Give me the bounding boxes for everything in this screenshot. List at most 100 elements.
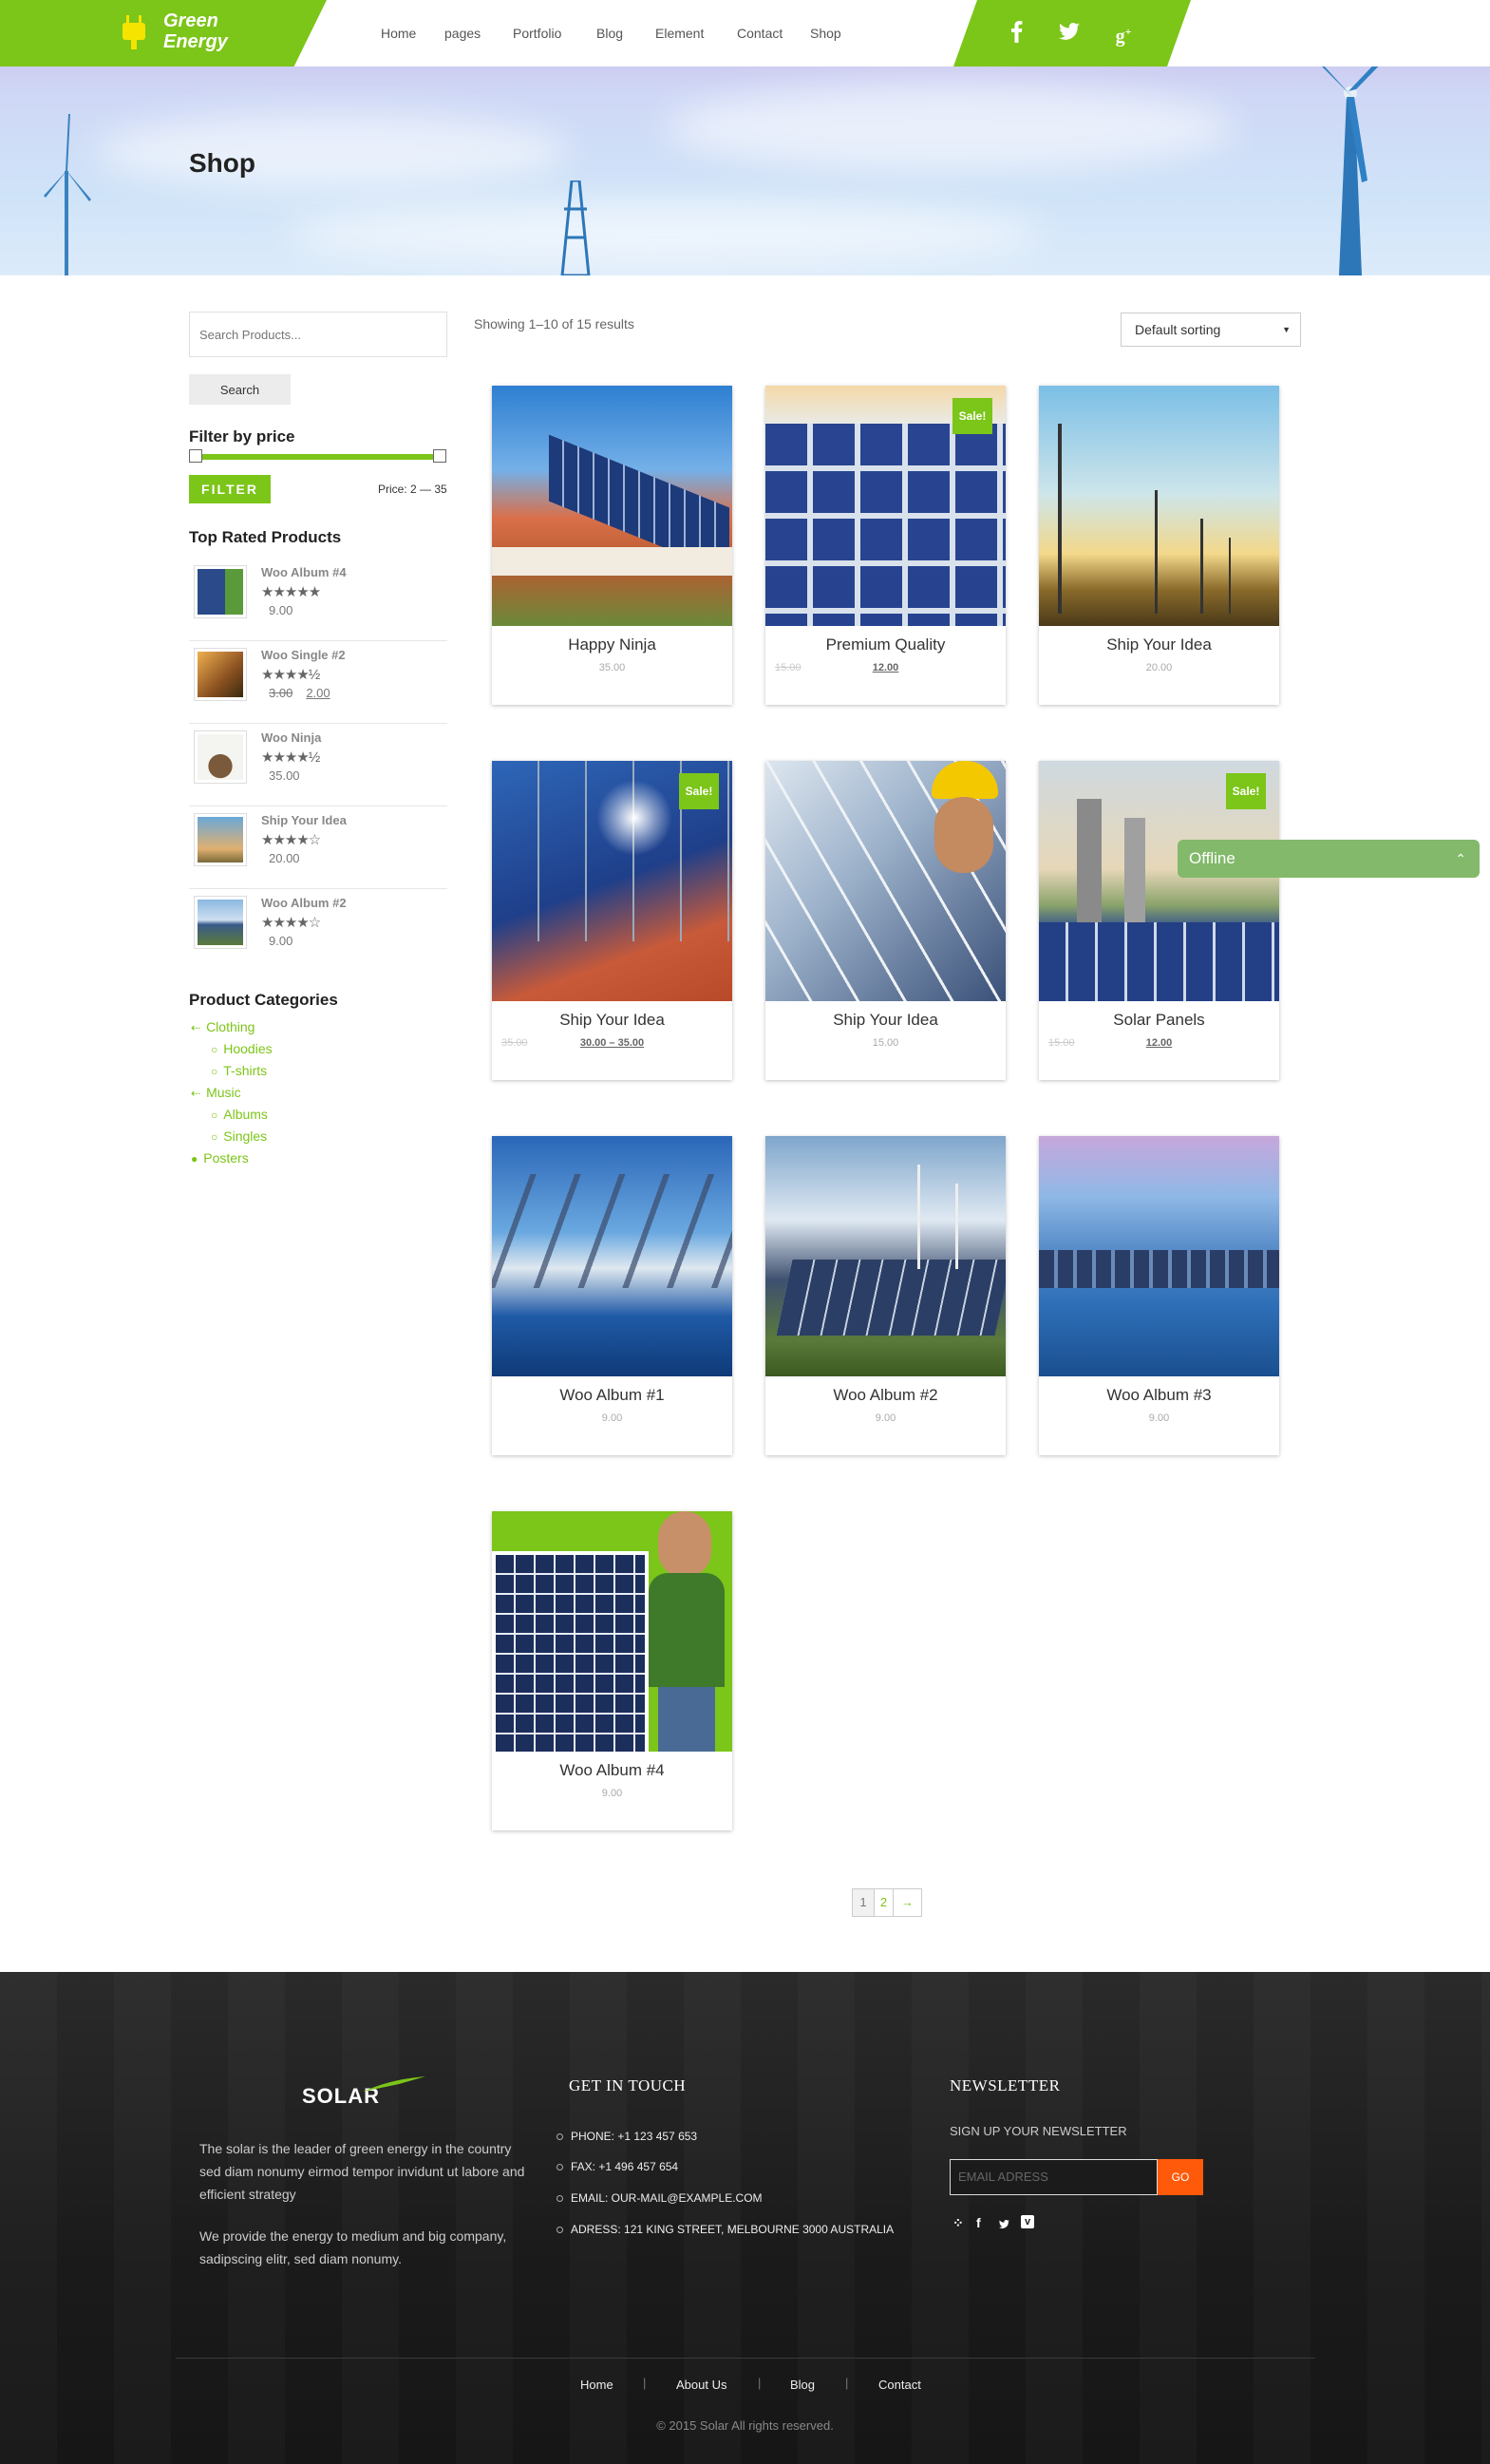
product-card[interactable]: Sale! Solar Panels 15.00 12.00 [1039, 761, 1279, 1080]
top-rated-item[interactable]: Woo Ninja ★★★★½ 35.00 [189, 725, 447, 806]
page-title: Shop [189, 148, 255, 178]
top-rated-name[interactable]: Woo Ninja [261, 730, 321, 745]
google-plus-icon[interactable]: g+ [1111, 19, 1136, 47]
product-title[interactable]: Ship Your Idea [765, 1011, 1006, 1030]
product-title[interactable]: Woo Album #4 [492, 1761, 732, 1780]
facebook-icon[interactable] [1005, 19, 1029, 44]
star-rating: ★★★★☆ [261, 832, 321, 848]
vimeo-icon[interactable]: v [1021, 2215, 1034, 2228]
product-card[interactable]: Sale! Ship Your Idea 35.00 30.00 – 35.00 [492, 761, 732, 1080]
product-card[interactable]: Woo Album #4 9.00 [492, 1511, 732, 1830]
footer-nav-about[interactable]: About Us [676, 2378, 726, 2392]
nav-home[interactable]: Home [381, 26, 416, 41]
pagination-next[interactable]: → [893, 1888, 922, 1917]
product-title[interactable]: Premium Quality [765, 635, 1006, 654]
price-slider-max-handle[interactable] [433, 449, 446, 463]
footer-nav-home[interactable]: Home [580, 2378, 613, 2392]
dropdown-arrow-icon: ▼ [1282, 325, 1291, 334]
product-price: 15.00 [872, 1037, 899, 1049]
nav-pages[interactable]: pages [444, 26, 481, 41]
product-card[interactable]: Woo Album #3 9.00 [1039, 1136, 1279, 1455]
flickr-icon[interactable]: ⁘ [952, 2215, 964, 2231]
newsletter-email-input[interactable]: EMAIL ADRESS [950, 2159, 1158, 2195]
pagination-current[interactable]: 1 [852, 1888, 875, 1917]
sort-select[interactable]: Default sorting ▼ [1121, 313, 1301, 347]
search-products-input[interactable] [189, 312, 447, 357]
product-card[interactable]: Sale! Premium Quality 15.00 12.00 [765, 386, 1006, 705]
product-image[interactable] [492, 386, 732, 626]
chevron-up-icon[interactable]: ⌃ [1455, 840, 1466, 878]
top-rated-item[interactable]: Woo Album #2 ★★★★☆ 9.00 [189, 890, 447, 972]
product-card[interactable]: Ship Your Idea 20.00 [1039, 386, 1279, 705]
category-albums[interactable]: ○ Albums [211, 1107, 268, 1122]
product-image[interactable] [492, 1136, 732, 1376]
nav-element[interactable]: Element [655, 26, 704, 41]
category-singles[interactable]: ○ Singles [211, 1128, 267, 1144]
bullet-icon [556, 2133, 563, 2141]
collapse-arrow-icon: ⇠ [191, 1087, 201, 1100]
product-image[interactable] [765, 1136, 1006, 1376]
footer-nav-separator: | [845, 2376, 849, 2390]
product-card[interactable]: Happy Ninja 35.00 [492, 386, 732, 705]
sale-badge: Sale! [1226, 773, 1266, 809]
site-footer: SOLAR The solar is the leader of green e… [0, 1972, 1490, 2464]
product-thumbnail[interactable] [194, 896, 247, 949]
search-button[interactable]: Search [189, 374, 291, 405]
product-thumbnail[interactable] [194, 813, 247, 866]
category-music[interactable]: ⇠ Music [191, 1085, 241, 1100]
twitter-icon[interactable] [997, 2218, 1011, 2230]
category-hoodies[interactable]: ○ Hoodies [211, 1041, 273, 1056]
nav-shop[interactable]: Shop [810, 26, 841, 41]
category-tshirts[interactable]: ○ T-shirts [211, 1063, 267, 1078]
category-clothing[interactable]: ⇠ Clothing [191, 1019, 255, 1034]
nav-contact[interactable]: Contact [737, 26, 783, 41]
top-rated-heading: Top Rated Products [189, 528, 342, 546]
footer-email[interactable]: EMAIL: OUR-MAIL@EXAMPLE.COM [556, 2191, 763, 2205]
product-image[interactable] [765, 761, 1006, 1001]
facebook-icon[interactable]: f [976, 2215, 981, 2230]
product-card[interactable]: Woo Album #1 9.00 [492, 1136, 732, 1455]
product-title[interactable]: Woo Album #3 [1039, 1386, 1279, 1405]
product-title[interactable]: Ship Your Idea [492, 1011, 732, 1030]
twitter-icon[interactable] [1057, 19, 1082, 44]
product-card[interactable]: Woo Album #2 9.00 [765, 1136, 1006, 1455]
price-slider-min-handle[interactable] [189, 449, 202, 463]
pagination-page-2[interactable]: 2 [874, 1888, 894, 1917]
product-image[interactable] [1039, 1136, 1279, 1376]
product-title[interactable]: Happy Ninja [492, 635, 732, 654]
product-price: 20.00 [1145, 662, 1173, 673]
product-image[interactable] [492, 1511, 732, 1752]
top-rated-name[interactable]: Woo Single #2 [261, 648, 346, 662]
footer-nav-blog[interactable]: Blog [790, 2378, 815, 2392]
filter-by-price-heading: Filter by price [189, 427, 295, 445]
star-rating: ★★★★☆ [261, 915, 321, 931]
top-rated-name[interactable]: Woo Album #2 [261, 896, 347, 910]
product-price: 9.00 [1148, 1412, 1170, 1424]
top-rated-name[interactable]: Ship Your Idea [261, 813, 347, 827]
category-posters[interactable]: ● Posters [191, 1150, 249, 1166]
product-title[interactable]: Solar Panels [1039, 1011, 1279, 1030]
top-rated-name[interactable]: Woo Album #4 [261, 565, 347, 579]
newsletter-go-button[interactable]: GO [1158, 2159, 1203, 2195]
product-card[interactable]: Ship Your Idea 15.00 [765, 761, 1006, 1080]
product-title[interactable]: Woo Album #2 [765, 1386, 1006, 1405]
chat-widget[interactable]: Offline ⌃ [1178, 840, 1480, 878]
product-title[interactable]: Woo Album #1 [492, 1386, 732, 1405]
top-rated-item[interactable]: Woo Single #2 ★★★★½ 3.00 2.00 [189, 642, 447, 724]
product-price: 15.00 12.00 [1039, 1037, 1279, 1049]
product-image[interactable] [1039, 386, 1279, 626]
brand-name-line1: Green [163, 10, 218, 31]
top-rated-item[interactable]: Woo Album #4 ★★★★★ 9.00 [189, 559, 447, 641]
product-thumbnail[interactable] [194, 648, 247, 701]
product-price: 9.00 [875, 1412, 896, 1424]
product-title[interactable]: Ship Your Idea [1039, 635, 1279, 654]
product-thumbnail[interactable] [194, 565, 247, 618]
bullet-icon [556, 2195, 563, 2203]
nav-blog[interactable]: Blog [596, 26, 623, 41]
footer-nav-contact[interactable]: Contact [878, 2378, 921, 2392]
filter-button[interactable]: FILTER [189, 475, 271, 503]
product-thumbnail[interactable] [194, 730, 247, 784]
top-rated-item[interactable]: Ship Your Idea ★★★★☆ 20.00 [189, 807, 447, 889]
nav-portfolio[interactable]: Portfolio [513, 26, 561, 41]
price-slider-range [196, 454, 439, 460]
